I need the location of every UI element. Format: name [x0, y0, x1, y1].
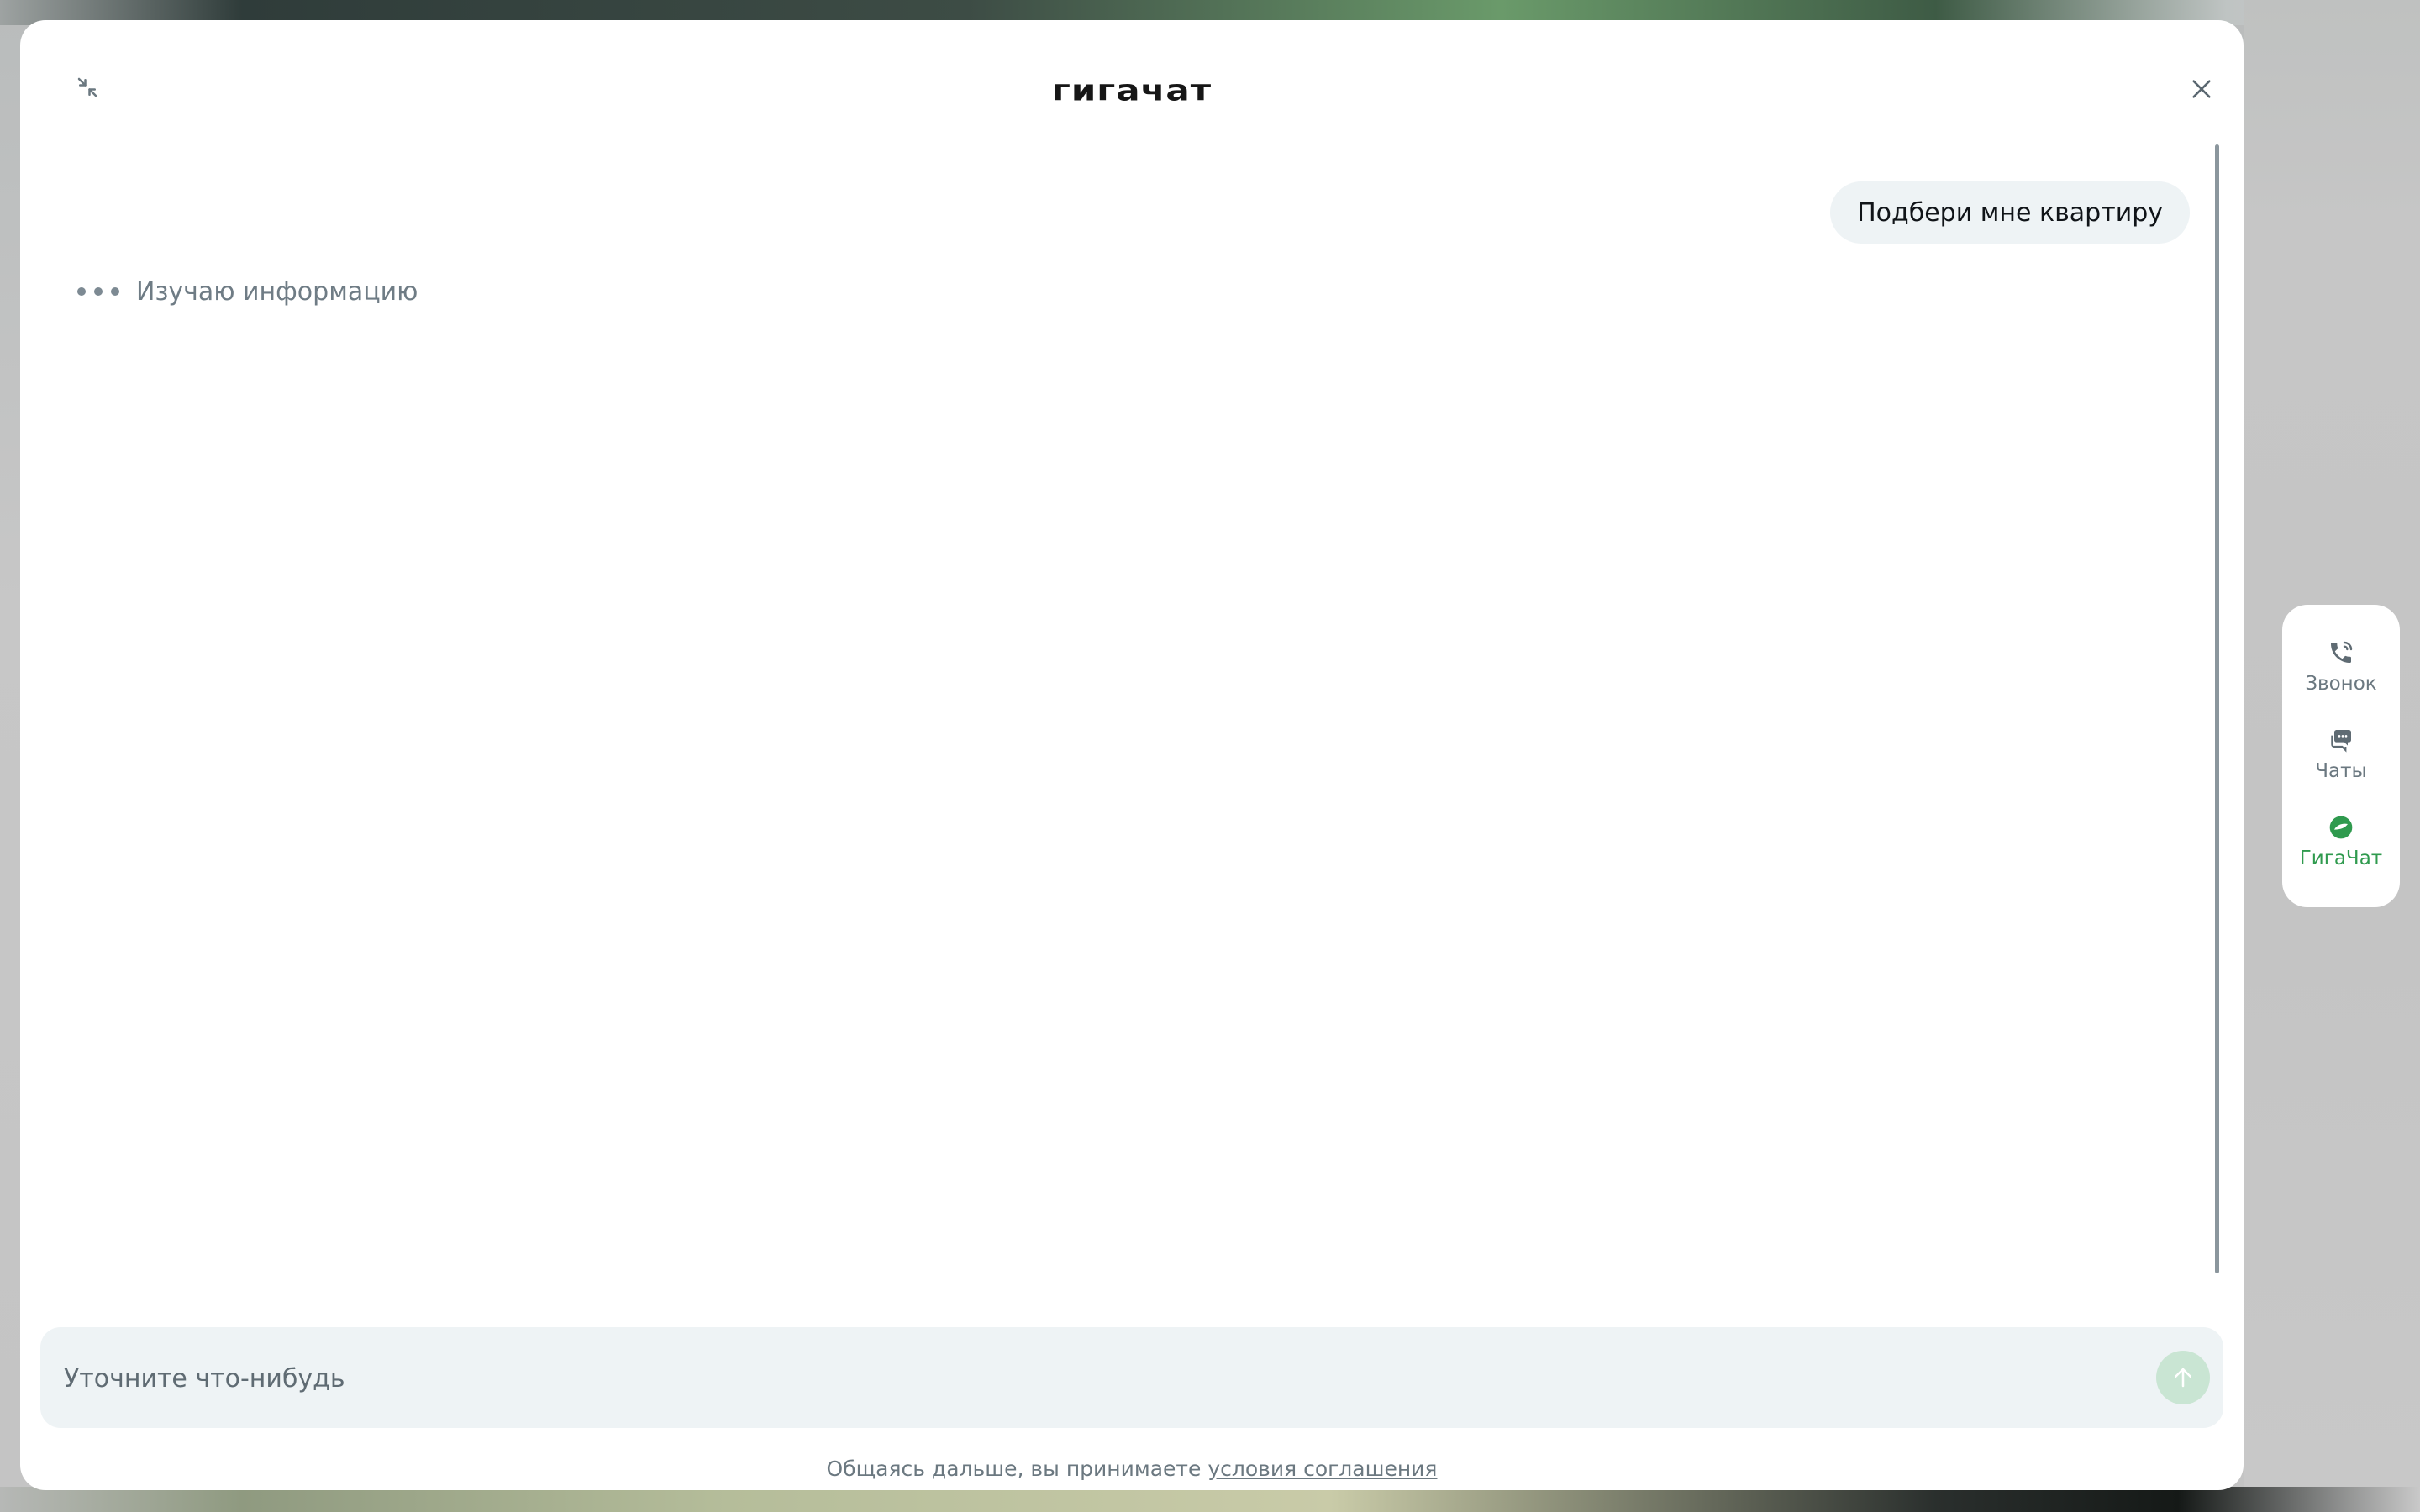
assistant-status: Изучаю информацию — [77, 270, 418, 312]
side-item-label: Чаты — [2315, 760, 2367, 782]
terms-link[interactable]: условия соглашения — [1207, 1457, 1437, 1481]
close-button[interactable] — [2178, 66, 2225, 113]
collapse-button[interactable] — [64, 64, 111, 111]
side-item-gigachat[interactable]: ГигаЧат — [2282, 801, 2400, 882]
chat-scrollbar[interactable] — [2215, 144, 2219, 1273]
typing-indicator-icon — [77, 287, 119, 296]
side-item-label: ГигаЧат — [2299, 848, 2383, 869]
arrow-up-icon — [2175, 1368, 2191, 1388]
typing-dot — [77, 287, 86, 296]
side-item-chats[interactable]: Чаты — [2282, 714, 2400, 795]
phone-icon — [2331, 641, 2353, 663]
gigachat-logo: ГИГАЧАТ — [1051, 72, 1213, 108]
typing-dot — [111, 287, 119, 296]
side-item-call[interactable]: Звонок — [2282, 627, 2400, 707]
collapse-icon — [77, 77, 97, 97]
terms-text: Общаясь дальше, вы принимаете — [826, 1457, 1202, 1481]
status-text: Изучаю информацию — [136, 276, 418, 307]
composer-bar — [40, 1327, 2223, 1430]
terms-notice: Общаясь дальше, вы принимаете условия со… — [20, 1457, 2244, 1481]
gigachat-icon — [2329, 816, 2353, 839]
chats-icon — [2331, 730, 2351, 753]
background-bottom — [0, 1487, 2420, 1512]
send-button[interactable] — [2156, 1351, 2210, 1404]
side-panel: Звонок Чаты ГигаЧат — [2282, 605, 2400, 907]
message-input[interactable] — [62, 1327, 2082, 1430]
user-message-bubble: Подбери мне квартиру — [1830, 181, 2190, 244]
side-item-label: Звонок — [2305, 673, 2377, 695]
gigachat-modal: ГИГАЧАТ Подбери мне квартиру Изучаю инфо… — [20, 20, 2244, 1490]
close-icon — [2192, 80, 2211, 98]
typing-dot — [94, 287, 103, 296]
